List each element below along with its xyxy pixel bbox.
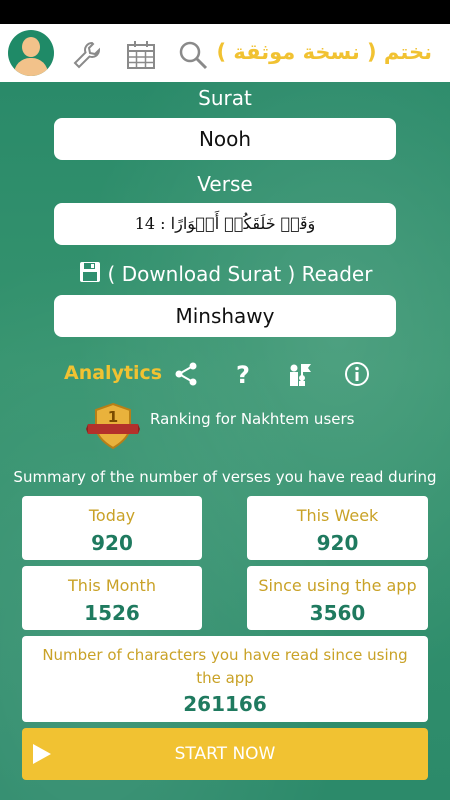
status-bar: [0, 0, 450, 24]
stat-card-week: This Week 920: [247, 496, 428, 560]
top-bar: نختم ( نسخة موثقة ): [0, 24, 450, 82]
help-icon[interactable]: ?: [229, 360, 257, 388]
stat-label: This Month: [68, 576, 156, 595]
stat-card-today: Today 920: [22, 496, 202, 560]
download-disk-icon[interactable]: [78, 260, 102, 284]
stat-label: Today: [88, 506, 136, 525]
svg-text:?: ?: [236, 361, 250, 388]
stat-card-since: Since using the app 3560: [247, 566, 428, 630]
calendar-icon[interactable]: [124, 38, 158, 72]
start-now-label: START NOW: [174, 744, 276, 764]
surat-selector[interactable]: Nooh: [54, 118, 396, 160]
stat-value: 920: [91, 531, 133, 555]
ranking-text: Ranking for Nakhtem users: [150, 410, 355, 428]
summary-text: Summary of the number of verses you have…: [13, 468, 437, 486]
reader-label[interactable]: ( Download Surat ) Reader: [108, 262, 373, 286]
action-row: Analytics ?: [0, 360, 450, 390]
ranking-row[interactable]: 1 Ranking for Nakhtem users: [0, 402, 450, 452]
info-icon[interactable]: [343, 360, 371, 388]
analytics-button[interactable]: Analytics: [64, 362, 162, 384]
verse-selector[interactable]: 14 : وَقَدۡ خَلَقَكُمۡ أَطۡوَارًا: [54, 203, 396, 245]
stat-card-characters: Number of characters you have read since…: [22, 636, 428, 722]
share-icon[interactable]: [172, 360, 200, 388]
stat-value: 1526: [84, 601, 140, 625]
wrench-icon[interactable]: [70, 38, 104, 72]
start-now-button[interactable]: START NOW: [22, 728, 428, 780]
app-title: نختم ( نسخة موثقة ): [216, 40, 432, 64]
stat-label: Number of characters you have read since…: [42, 646, 408, 687]
user-avatar-icon[interactable]: [8, 30, 54, 76]
reader-selector[interactable]: Minshawy: [54, 295, 396, 337]
stat-value: 3560: [309, 601, 366, 625]
surat-label: Surat: [198, 86, 252, 110]
stat-label: Since using the app: [258, 576, 417, 595]
stat-value: 261166: [183, 692, 267, 716]
ranking-badge-number: 1: [108, 408, 118, 426]
verse-label: Verse: [197, 172, 253, 196]
stat-card-month: This Month 1526: [22, 566, 202, 630]
stat-label: This Week: [296, 506, 379, 525]
reader-label-row: ( Download Surat ) Reader: [0, 260, 450, 286]
ranking-badge-icon: 1: [86, 402, 140, 450]
search-icon[interactable]: [176, 38, 210, 72]
main-panel: Surat Nooh Verse 14 : وَقَدۡ خَلَقَكُمۡ …: [0, 82, 450, 800]
stat-value: 920: [316, 531, 359, 555]
group-flag-icon[interactable]: [286, 360, 314, 388]
